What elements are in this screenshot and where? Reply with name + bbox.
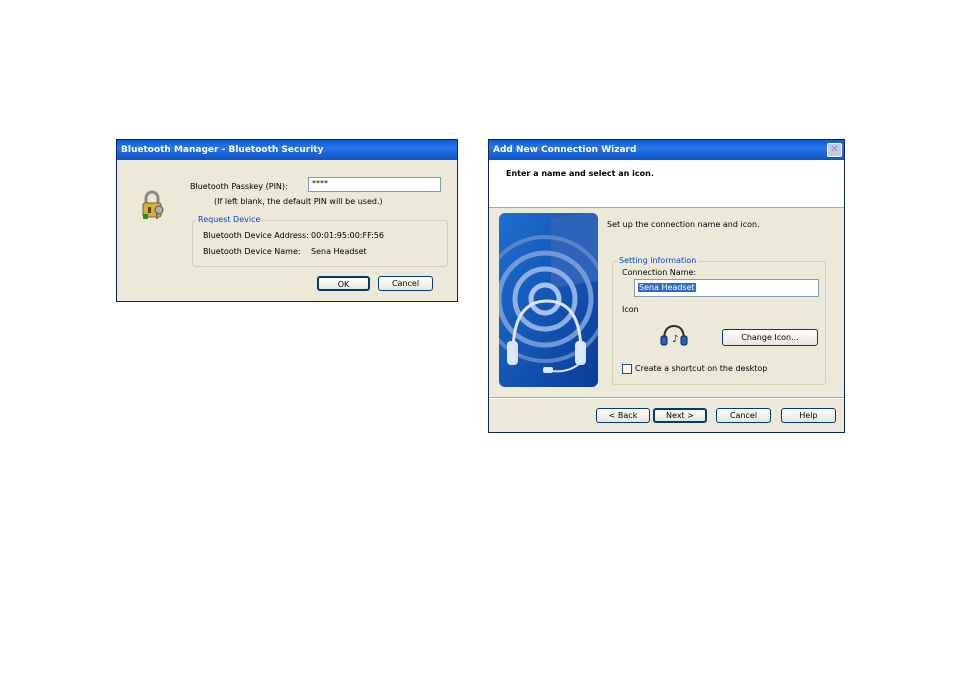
connection-name-value: Sena Headset [638, 283, 696, 292]
ok-button[interactable]: OK [317, 276, 370, 291]
lock-key-icon [139, 190, 167, 220]
request-device-group [192, 220, 448, 267]
add-connection-wizard: Add New Connection Wizard ✕ Enter a name… [488, 139, 845, 433]
wizard-header-text: Enter a name and select an icon. [506, 169, 654, 178]
device-address-value: 00:01:95:00:FF:56 [311, 231, 384, 240]
request-device-group-title: Request Device [196, 215, 263, 224]
setting-info-group-title: Setting information [617, 256, 699, 265]
passkey-hint: (If left blank, the default PIN will be … [214, 197, 383, 206]
svg-text:♪: ♪ [672, 334, 678, 345]
bluetooth-security-dialog: Bluetooth Manager - Bluetooth Security B… [116, 139, 458, 302]
device-address-label: Bluetooth Device Address: [203, 231, 309, 240]
security-title-bar: Bluetooth Manager - Bluetooth Security [117, 140, 457, 160]
wizard-cancel-button[interactable]: Cancel [716, 408, 771, 423]
passkey-label: Bluetooth Passkey (PIN): [190, 182, 288, 191]
wizard-title: Add New Connection Wizard [493, 145, 637, 155]
change-icon-button[interactable]: Change Icon... [722, 329, 818, 346]
passkey-input[interactable]: **** [308, 177, 441, 192]
headset-icon: ♪ [660, 323, 688, 347]
shortcut-checkbox[interactable] [622, 364, 632, 374]
next-button[interactable]: Next > [653, 408, 707, 423]
device-name-label: Bluetooth Device Name: [203, 247, 301, 256]
connection-name-input[interactable]: Sena Headset [634, 279, 819, 297]
security-title: Bluetooth Manager - Bluetooth Security [121, 145, 324, 155]
back-button[interactable]: < Back [596, 408, 650, 423]
connection-name-label: Connection Name: [622, 268, 697, 277]
wizard-divider [489, 397, 844, 399]
icon-label: Icon [622, 305, 639, 314]
cancel-button[interactable]: Cancel [378, 276, 433, 291]
wizard-header-panel: Enter a name and select an icon. [489, 160, 844, 208]
help-button[interactable]: Help [781, 408, 836, 423]
device-name-value: Sena Headset [311, 247, 367, 256]
wizard-instruction: Set up the connection name and icon. [607, 220, 760, 229]
close-icon[interactable]: ✕ [827, 143, 842, 157]
wizard-title-bar: Add New Connection Wizard [489, 140, 844, 160]
shortcut-label: Create a shortcut on the desktop [635, 364, 768, 373]
wizard-side-image [499, 213, 598, 387]
